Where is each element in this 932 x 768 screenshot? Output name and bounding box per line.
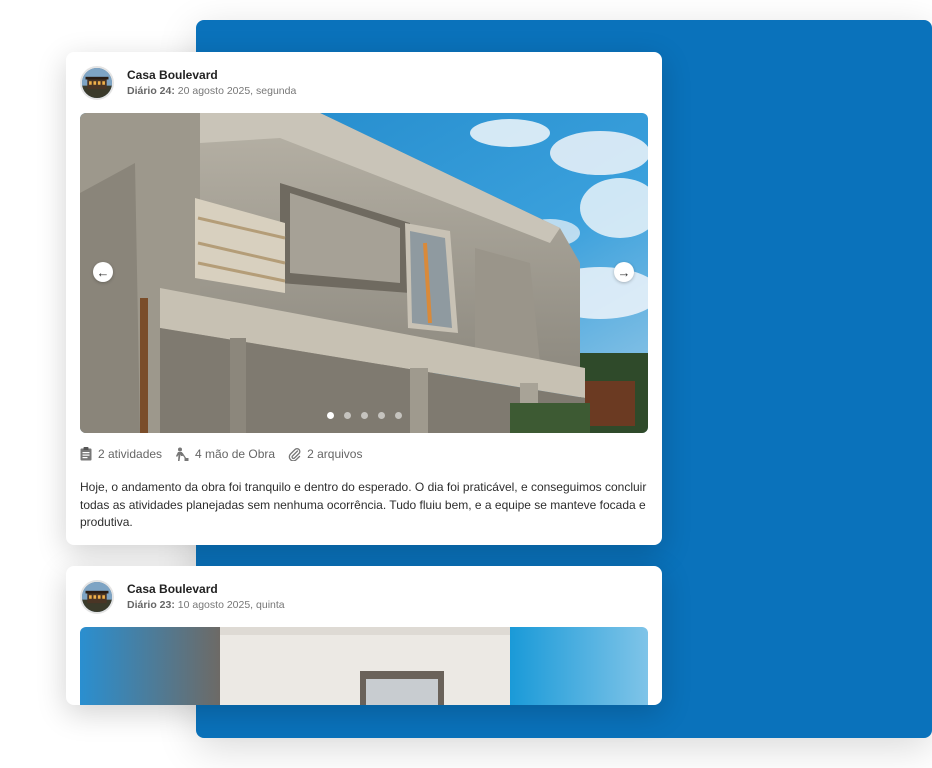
house-thumbnail	[82, 582, 112, 612]
diary-date: 10 agosto 2025, quinta	[177, 599, 285, 611]
diary-date-line: Diário 24: 20 agosto 2025, segunda	[127, 84, 296, 98]
card-header: Casa Boulevard Diário 24: 20 agosto 2025…	[80, 66, 296, 100]
stat-files[interactable]: 2 arquivos	[288, 447, 362, 461]
carousel-dot[interactable]	[377, 412, 385, 419]
card-header: Casa Boulevard Diário 23: 10 agosto 2025…	[80, 580, 285, 614]
labor-count: 4 mão de Obra	[195, 447, 276, 461]
carousel-dots	[80, 412, 648, 419]
photo-carousel[interactable]: ← →	[80, 113, 648, 433]
carousel-dot[interactable]	[343, 412, 351, 419]
diary-date-line: Diário 23: 10 agosto 2025, quinta	[127, 598, 285, 612]
diary-date: 20 agosto 2025, segunda	[177, 85, 297, 97]
paperclip-icon	[288, 448, 301, 461]
carousel-dot[interactable]	[326, 412, 334, 419]
diary-number: Diário 23:	[127, 599, 175, 611]
interior-photo	[80, 627, 648, 705]
house-thumbnail	[82, 68, 112, 98]
project-avatar[interactable]	[80, 66, 114, 100]
diary-description: Hoje, o andamento da obra foi tranquilo …	[80, 480, 647, 529]
activities-count: 2 atividades	[98, 447, 163, 461]
clipboard-icon	[80, 447, 92, 461]
construction-photo	[80, 113, 648, 433]
stat-activities[interactable]: 2 atividades	[80, 447, 162, 461]
arrow-right-icon[interactable]: →	[614, 262, 634, 282]
files-count: 2 arquivos	[307, 447, 363, 461]
carousel-dot[interactable]	[394, 412, 402, 419]
carousel-dot[interactable]	[360, 412, 368, 419]
arrow-left-icon[interactable]: ←	[93, 262, 113, 282]
project-name: Casa Boulevard	[127, 68, 218, 82]
worker-icon	[176, 447, 189, 461]
project-avatar[interactable]	[80, 580, 114, 614]
photo-carousel[interactable]	[80, 627, 648, 705]
project-name: Casa Boulevard	[127, 582, 218, 596]
diary-card: Casa Boulevard Diário 23: 10 agosto 2025…	[66, 566, 662, 705]
diary-stats: 2 atividades 4 mão de Obra 2 arquivos	[80, 447, 375, 461]
diary-number: Diário 24:	[127, 85, 175, 97]
diary-card: Casa Boulevard Diário 24: 20 agosto 2025…	[66, 52, 662, 545]
stat-labor[interactable]: 4 mão de Obra	[175, 447, 275, 461]
